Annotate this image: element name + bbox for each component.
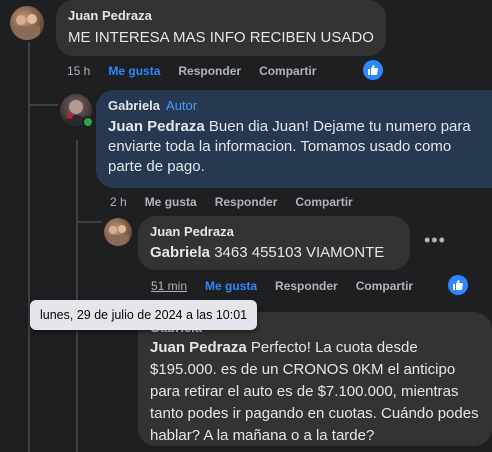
comment-timestamp[interactable]: 2 h — [110, 195, 127, 209]
mention-link[interactable]: Juan Pedraza — [108, 118, 205, 135]
reply-button[interactable]: Responder — [178, 64, 241, 78]
comment-actions: 51 min Me gusta Responder Compartir — [151, 279, 431, 293]
thread-line — [28, 104, 58, 106]
reply-button[interactable]: Responder — [275, 279, 338, 293]
comment-text: Juan Pedraza Buen dia Juan! Dejame tu nu… — [108, 117, 480, 177]
comment-text: Gabriela 3463 455103 VIAMONTE — [150, 243, 398, 263]
comment-bubble: Gabriela Autor Juan Pedraza Buen dia Juan… — [96, 90, 492, 188]
like-button[interactable]: Me gusta — [145, 195, 197, 209]
share-button[interactable]: Compartir — [259, 64, 316, 78]
comment-text: ME INTERESA MAS INFO RECIBEN USADO — [68, 29, 374, 46]
author-badge: Autor — [166, 98, 198, 113]
reply-button[interactable]: Responder — [215, 195, 278, 209]
comment-text: Juan Pedraza Perfecto! La cuota desde $1… — [150, 337, 480, 447]
avatar[interactable] — [10, 6, 44, 40]
timestamp-tooltip: lunes, 29 de julio de 2024 a las 10:01 — [30, 300, 258, 330]
thread-line — [76, 140, 78, 452]
share-button[interactable]: Compartir — [356, 279, 413, 293]
comment-timestamp[interactable]: 15 h — [67, 64, 90, 78]
online-status-icon — [82, 116, 94, 128]
comment-author[interactable]: Juan Pedraza — [68, 8, 374, 23]
comment-bubble: Juan Pedraza Gabriela 3463 455103 VIAMON… — [138, 216, 410, 270]
comment-actions: 2 h Me gusta Responder Compartir — [110, 195, 371, 209]
mention-link[interactable]: Juan Pedraza — [150, 339, 247, 356]
thumbs-up-icon[interactable] — [448, 275, 468, 295]
avatar[interactable] — [104, 218, 132, 246]
like-button[interactable]: Me gusta — [205, 279, 257, 293]
comment-timestamp[interactable]: 51 min — [151, 279, 187, 293]
comment-bubble: Juan Pedraza ME INTERESA MAS INFO RECIBE… — [56, 0, 386, 56]
more-options-icon[interactable]: ••• — [424, 230, 446, 251]
comment-author[interactable]: Gabriela — [108, 98, 160, 113]
comment-bubble: Gabriela Juan Pedraza Perfecto! La cuota… — [138, 312, 492, 446]
like-button[interactable]: Me gusta — [108, 64, 160, 78]
comment-body: 3463 455103 VIAMONTE — [210, 244, 385, 261]
comment-header: Gabriela Autor — [108, 98, 480, 113]
thread-line — [76, 221, 102, 223]
mention-link[interactable]: Gabriela — [150, 244, 210, 261]
comment-author[interactable]: Juan Pedraza — [150, 224, 398, 239]
comment-actions: 15 h Me gusta Responder Compartir — [67, 64, 334, 78]
thumbs-up-icon[interactable] — [363, 60, 383, 80]
share-button[interactable]: Compartir — [295, 195, 352, 209]
